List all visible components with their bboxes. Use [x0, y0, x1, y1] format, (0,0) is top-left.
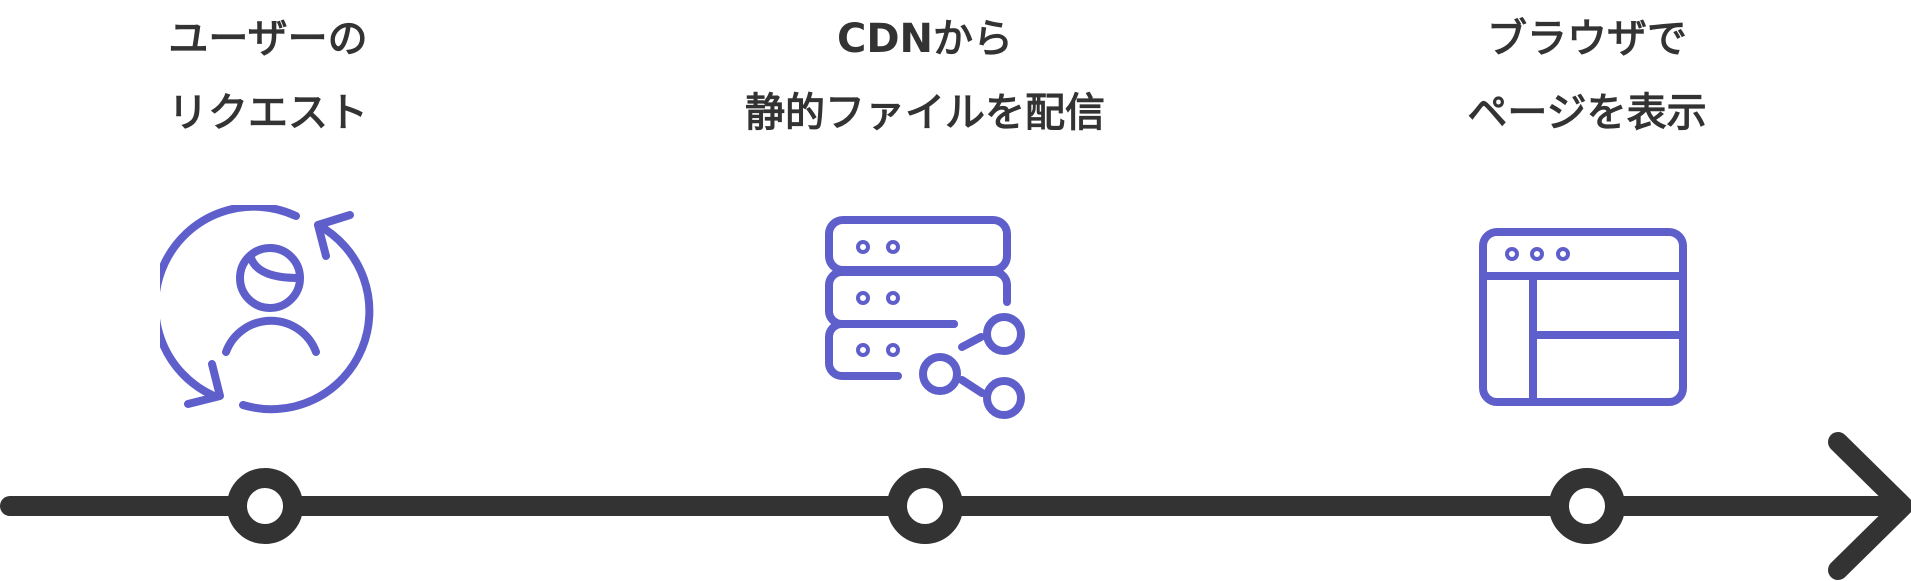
- timeline-node-2: [887, 468, 963, 544]
- timeline: [0, 432, 1911, 580]
- timeline-node-1: [227, 468, 303, 544]
- timeline-node-3: [1549, 468, 1625, 544]
